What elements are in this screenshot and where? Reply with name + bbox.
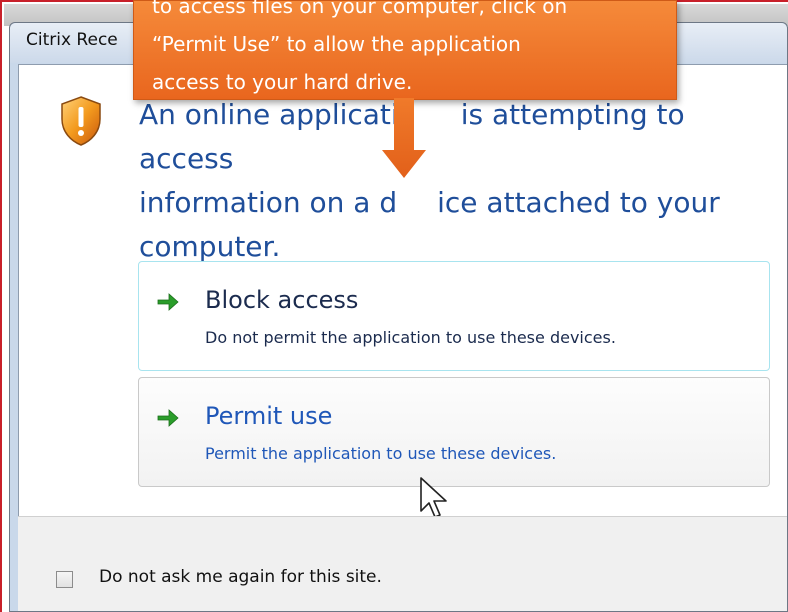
green-arrow-icon <box>157 409 179 427</box>
heading-line-1: An online applicati is attempting to acce… <box>139 98 685 175</box>
permit-use-button[interactable]: Permit use Permit the application to use… <box>138 377 770 487</box>
dont-ask-again-checkbox[interactable] <box>56 571 73 588</box>
block-access-button[interactable]: Block access Do not permit the applicati… <box>138 261 770 371</box>
warning-shield-icon <box>61 96 101 146</box>
callout-line-1: to access files on your computer, click … <box>152 0 568 18</box>
dialog-title: Citrix Rece <box>26 30 118 50</box>
callout-line-2: “Permit Use” to allow the application <box>152 32 521 56</box>
dont-ask-again-label[interactable]: Do not ask me again for this site. <box>99 567 382 587</box>
permit-use-title: Permit use <box>205 402 333 430</box>
callout-text: to access files on your computer, click … <box>152 0 672 101</box>
permit-use-description: Permit the application to use these devi… <box>205 444 557 463</box>
callout-line-3: access to your hard drive. <box>152 70 413 94</box>
dialog-footer: Do not ask me again for this site. <box>18 516 787 611</box>
green-arrow-icon <box>157 293 179 311</box>
heading-line-2: information on a d ice attached to your <box>139 186 720 219</box>
dialog-heading: An online applicati is attempting to acce… <box>139 93 779 269</box>
instruction-callout: to access files on your computer, click … <box>133 0 677 100</box>
block-access-description: Do not permit the application to use the… <box>205 328 616 347</box>
callout-down-arrow-icon <box>382 98 426 178</box>
block-access-title: Block access <box>205 286 359 314</box>
